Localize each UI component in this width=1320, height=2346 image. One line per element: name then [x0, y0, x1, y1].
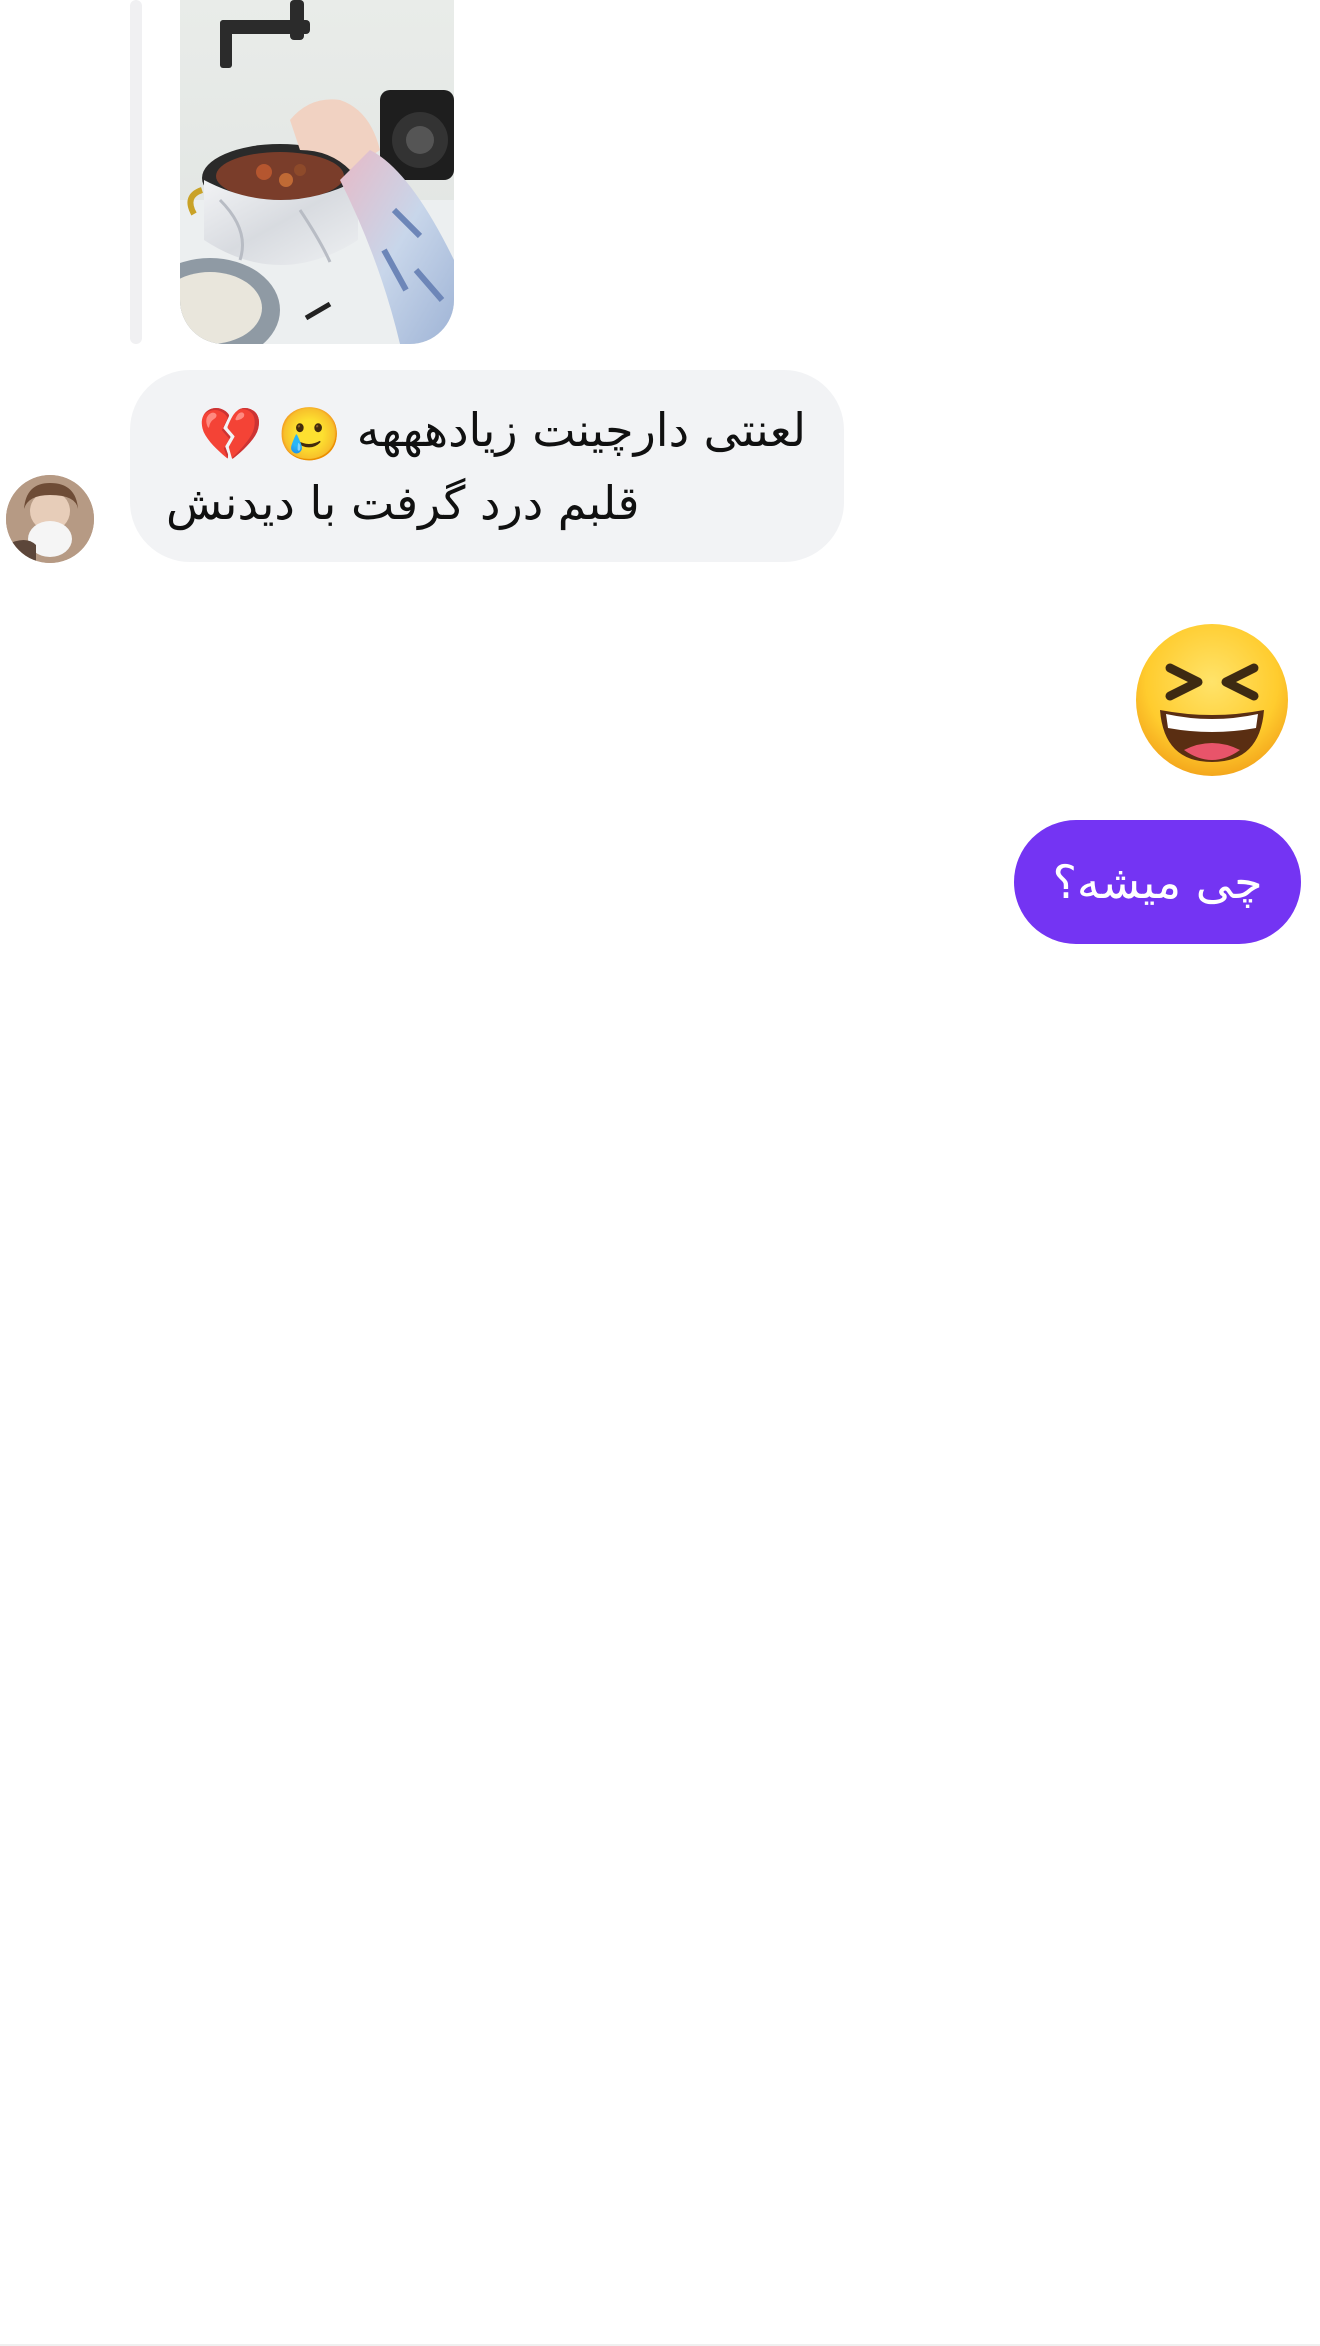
user-avatar-photo-icon: [6, 475, 94, 563]
shared-video-thumbnail[interactable]: [180, 0, 454, 344]
grinning-squinting-face-icon: [1136, 624, 1288, 776]
incoming-message-bubble[interactable]: لعنتی دارچینت زیادهههه 🥲 💔 قلبم درد گرفت…: [130, 370, 844, 562]
reply-indicator-bar: [130, 0, 142, 344]
incoming-message-text-1: لعنتی دارچینت زیادهههه: [356, 403, 806, 457]
incoming-message-line-1: لعنتی دارچینت زیادهههه 🥲 💔: [166, 396, 806, 469]
grinning-squinting-face-emoji[interactable]: [1128, 616, 1296, 784]
video-thumbnail-icon: [180, 0, 454, 344]
sender-avatar[interactable]: [6, 475, 94, 563]
crying-smile-emoji: 🥲: [277, 405, 343, 465]
outgoing-message-bubble[interactable]: چی میشه؟: [1014, 820, 1301, 944]
broken-heart-emoji: 💔: [198, 405, 263, 465]
incoming-message-line-2: قلبم درد گرفت با دیدنش: [166, 476, 640, 530]
